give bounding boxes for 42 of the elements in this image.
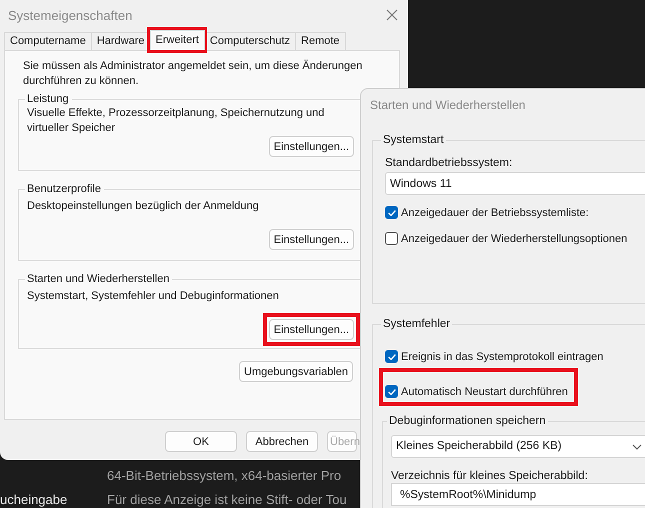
close-icon[interactable] — [386, 9, 398, 21]
field-label: Standardbetriebssystem: — [385, 157, 514, 169]
dialog-button[interactable]: Abbrechen — [246, 431, 318, 452]
checkbox-label: Anzeigedauer der Betriebssystemliste: — [401, 206, 589, 218]
checkbox[interactable] — [385, 385, 398, 398]
checkbox-label: Automatisch Neustart durchführen — [401, 386, 568, 398]
setting-value: 64-Bit-Betriebssystem, x64-basierter Pro — [107, 468, 342, 482]
field-label: Verzeichnis für kleines Speicherabbild: — [391, 470, 589, 482]
dump-type-dropdown[interactable]: Kleines Speicherabbild (256 KB) — [391, 435, 645, 458]
group-title: Debuginformationen speichern — [388, 415, 547, 427]
checkbox-label: Ereignis in das Systemprotokoll eintragen — [401, 350, 604, 362]
environment-variables-button[interactable]: Umgebungsvariablen — [239, 361, 353, 382]
notice-text: Sie müssen als Administrator angemeldet sein, um diese Änderungen durchführen zu können. — [23, 59, 364, 89]
window-title: Starten und Wiederherstellen — [369, 97, 526, 114]
checkbox[interactable] — [385, 232, 398, 245]
checkbox[interactable] — [385, 350, 398, 363]
tab[interactable]: Erweitert — [150, 30, 205, 50]
window-title: Systemeigenschaften — [8, 8, 132, 22]
checkmark-icon — [388, 210, 396, 216]
checkmark-icon — [388, 354, 396, 360]
group-title: Starten und Wiederherstellen — [26, 273, 170, 285]
os-dropdown[interactable]: Windows 11 — [385, 172, 645, 195]
setting-label: ucheingabe — [0, 492, 68, 506]
group-title: Systemstart — [382, 134, 445, 146]
group-description: Visuelle Effekte, Prozessorzeitplanung, Speichernutzung und virtueller Speicher — [27, 106, 326, 136]
chevron-down-icon — [632, 444, 642, 450]
settings-button[interactable]: Einstellungen... — [268, 229, 354, 250]
checkbox[interactable] — [385, 206, 398, 219]
group-title: Leistung — [26, 93, 70, 105]
checkbox-label: Anzeigedauer der Wiederherstellungsoptionen — [401, 232, 628, 244]
checkmark-icon — [388, 388, 396, 394]
settings-button[interactable]: Einstellungen... — [268, 319, 354, 340]
tab[interactable]: Computername — [4, 32, 92, 50]
setting-value: Für diese Anzeige ist keine Stift- oder Tou — [107, 492, 347, 506]
dialog-button[interactable]: OK — [165, 431, 237, 452]
directory-input[interactable]: %SystemRoot%\Minidump — [391, 483, 645, 506]
group-description: Systemstart, Systemfehler und Debuginformationen — [27, 289, 280, 304]
settings-button[interactable]: Einstellungen... — [268, 136, 354, 157]
tab[interactable]: Remote — [295, 32, 346, 50]
group-title: Benutzerprofile — [26, 183, 102, 195]
group-title: Systemfehler — [382, 318, 452, 330]
group-description: Desktopeinstellungen bezüglich der Anmeldung — [27, 199, 260, 214]
